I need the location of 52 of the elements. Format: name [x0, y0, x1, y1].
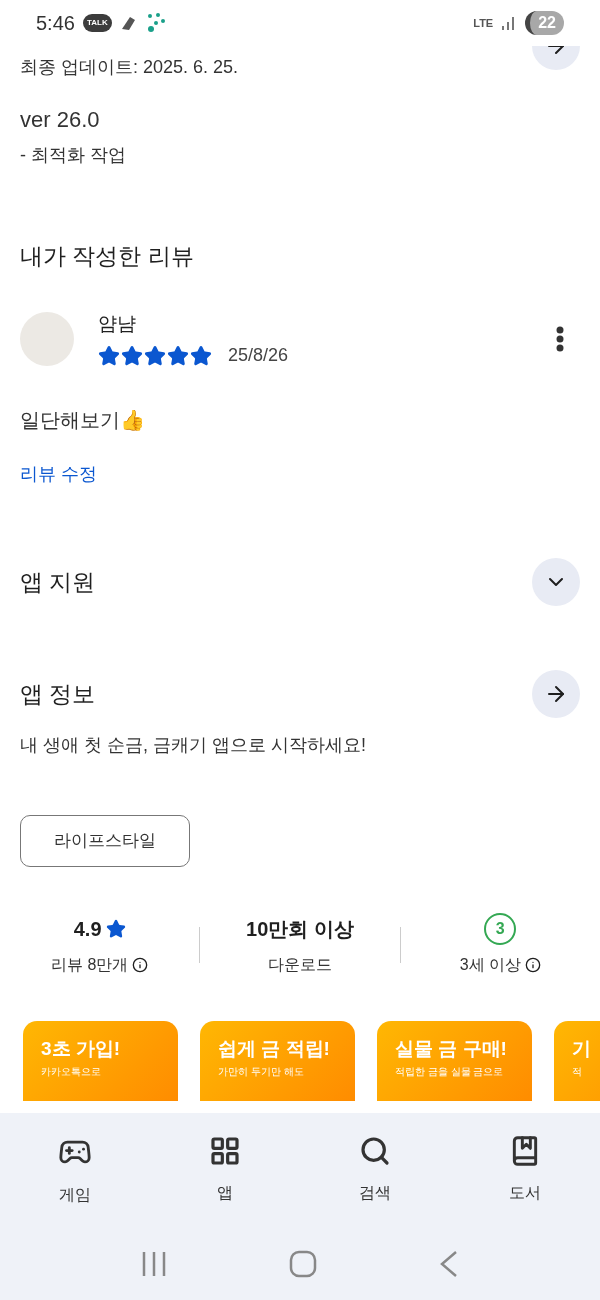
category-chip[interactable]: 라이프스타일 [20, 815, 190, 867]
card-title: 쉽게 금 적립! [218, 1037, 330, 1061]
age-rating-badge: 3 [484, 913, 517, 945]
star-icon [98, 344, 120, 367]
review-date: 25/8/26 [228, 344, 289, 367]
stat-label: 다운로드 [268, 955, 332, 975]
star-icon [105, 919, 126, 939]
stat-value: 10만회 이상 [246, 917, 354, 942]
version-text: ver 26.0 [20, 106, 101, 134]
network-label: LTE [473, 17, 494, 29]
search-icon [359, 1135, 391, 1167]
card-title: 기 [572, 1037, 591, 1061]
stat-label: 3세 이상 [459, 955, 521, 975]
nav-tab[interactable]: 앱 [150, 1135, 300, 1207]
stat-value: 4.9 [73, 917, 102, 942]
nav-tab[interactable]: 게임 [0, 1135, 150, 1207]
card-title: 3초 가입! [41, 1037, 121, 1061]
card-subtitle: 적 [572, 1064, 582, 1079]
release-notes: - 최적화 작업 [20, 144, 127, 167]
star-icon [144, 344, 166, 367]
edit-review-link[interactable]: 리뷰 수정 [20, 461, 97, 488]
grid-icon [209, 1135, 241, 1167]
star-icon [190, 344, 212, 367]
section-title: 내가 작성한 리뷰 [19, 242, 195, 271]
card-subtitle: 카카오톡으로 [41, 1064, 101, 1079]
battery-indicator: 22 [525, 11, 564, 35]
arrow-button[interactable] [532, 670, 580, 718]
dots-icon [145, 12, 168, 34]
card-subtitle: 적립한 금을 실물 금으로 [395, 1064, 504, 1079]
chat-badge: TALK [82, 14, 112, 32]
home-icon[interactable] [289, 1250, 317, 1278]
reviewer-name: 얌냠 [98, 311, 137, 336]
recent-apps-icon[interactable] [141, 1250, 167, 1278]
star-icon [121, 344, 143, 367]
more-icon [556, 326, 564, 353]
info-icon [132, 957, 149, 973]
star-icon [167, 344, 189, 367]
review-text: 일단해보기👍 [19, 408, 146, 433]
section-title: 앱 지원 [20, 567, 96, 597]
avatar [20, 312, 74, 367]
nav-tab[interactable]: 도서 [450, 1135, 600, 1207]
back-icon[interactable] [439, 1250, 459, 1278]
section-title: 앱 정보 [20, 679, 96, 709]
app-description: 내 생애 첫 순금, 금캐기 앱으로 시작하세요! [19, 734, 367, 757]
stat-label: 리뷰 8만개 [51, 955, 129, 975]
update-date: 최종 업데이트: 2025. 6. 25. [20, 56, 239, 79]
info-icon [525, 957, 541, 973]
card-title: 실물 금 구매! [395, 1037, 507, 1061]
card-subtitle: 가만히 두기만 해도 [218, 1064, 304, 1079]
clock: 5:46 [36, 11, 75, 36]
more-button[interactable] [556, 326, 564, 353]
nav-tab[interactable]: 검색 [300, 1135, 450, 1207]
